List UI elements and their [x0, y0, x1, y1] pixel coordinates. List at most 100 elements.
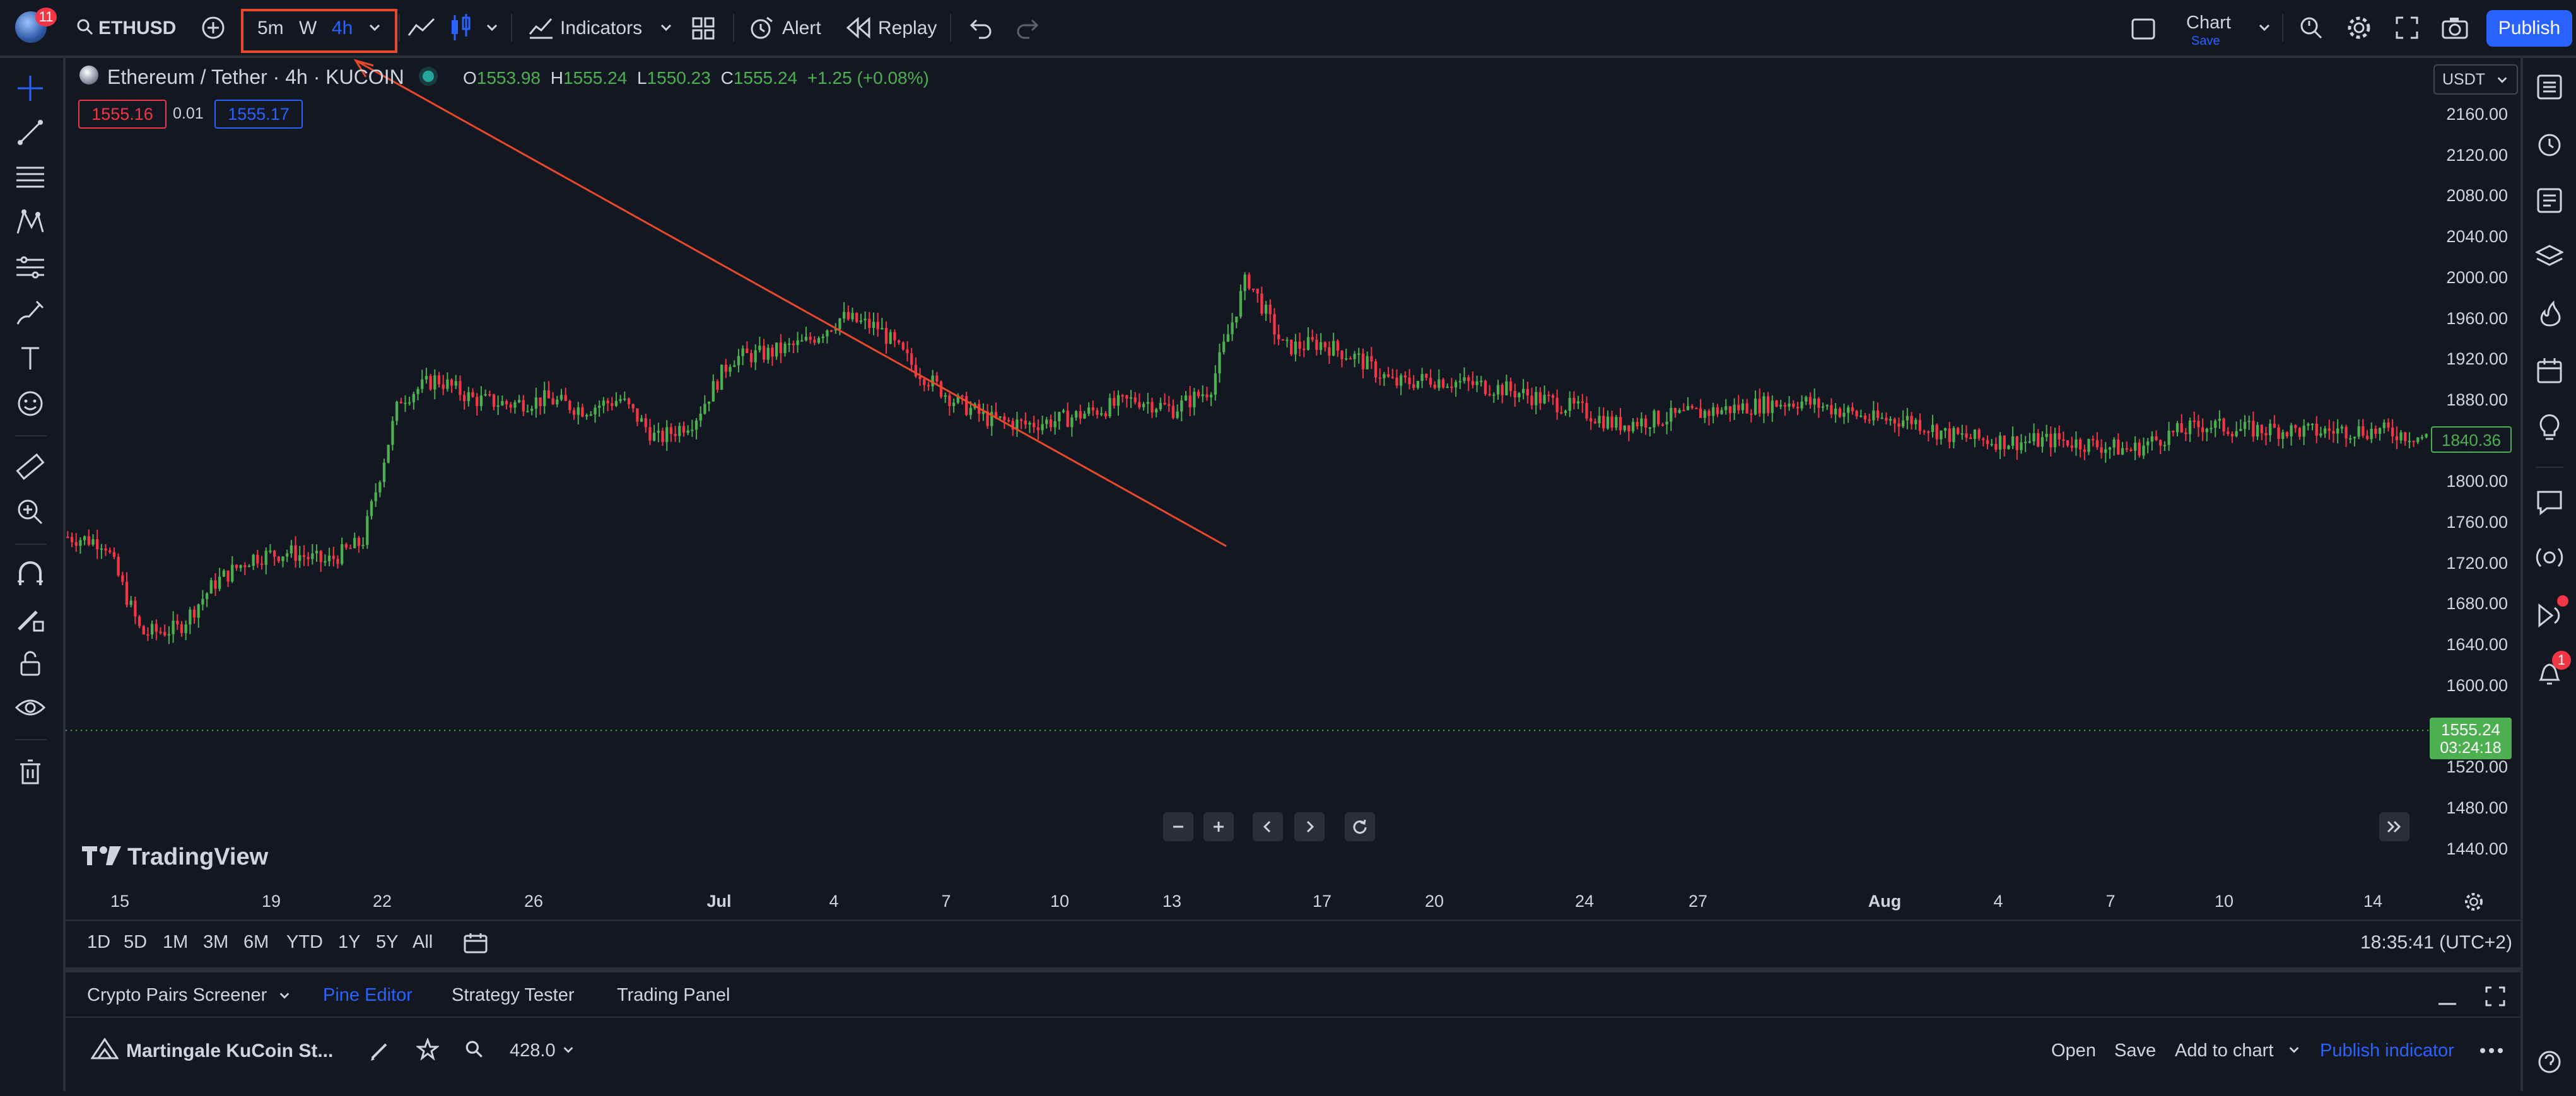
data-window-icon[interactable]	[2536, 187, 2563, 214]
add-to-chart-button[interactable]: Add to chart	[2175, 1041, 2273, 1061]
timezone-clock[interactable]: 18:35:41 (UTC+2)	[2360, 932, 2512, 953]
range-6m[interactable]: 6M	[243, 932, 269, 953]
fib-retracement-icon[interactable]	[15, 163, 45, 190]
eye-icon[interactable]	[15, 694, 45, 721]
open-script-button[interactable]: Open	[2051, 1041, 2096, 1061]
price-chart[interactable]	[66, 58, 2520, 966]
edit-pencil-icon[interactable]	[368, 1039, 391, 1062]
layout-square-icon[interactable]	[2131, 18, 2156, 40]
layout-name-button[interactable]: Chart Save	[2170, 9, 2264, 49]
watchlist-icon[interactable]	[2536, 73, 2563, 101]
crosshair-icon[interactable]	[16, 74, 44, 102]
candle-body	[669, 427, 673, 434]
currency-select[interactable]: USDT	[2433, 64, 2518, 95]
lock-icon[interactable]	[16, 650, 44, 677]
candle-body	[2395, 436, 2398, 441]
hotlist-flame-icon[interactable]	[2536, 300, 2563, 328]
zoom-in-button[interactable]	[1203, 812, 1234, 841]
chevron-down-icon[interactable]	[484, 20, 500, 35]
maximize-panel-icon[interactable]	[2484, 985, 2507, 1008]
brush-icon[interactable]	[15, 299, 45, 327]
symbol-title[interactable]: Ethereum / Tether · 4h · KUCOIN	[107, 66, 404, 89]
undo-icon[interactable]	[968, 16, 993, 39]
range-all[interactable]: All	[413, 932, 433, 953]
chart-pane[interactable]	[66, 58, 2520, 966]
script-name[interactable]: Martingale KuCoin St...	[126, 1041, 333, 1062]
forecast-tools-icon[interactable]	[15, 254, 45, 281]
candle-body	[2180, 423, 2183, 433]
pattern-icon[interactable]	[15, 208, 45, 236]
zoom-out-button[interactable]	[1163, 812, 1193, 841]
search-icon[interactable]	[464, 1039, 484, 1059]
quick-search-icon[interactable]	[2298, 15, 2324, 40]
symbol-search-button[interactable]: ETHUSD	[76, 14, 183, 42]
sell-button[interactable]: 1555.16	[78, 100, 167, 129]
calendar-icon[interactable]	[2536, 357, 2563, 385]
chat-bubble-icon[interactable]	[2536, 488, 2563, 516]
ruler-icon[interactable]	[15, 453, 45, 481]
ideas-lightbulb-icon[interactable]	[2536, 414, 2563, 441]
candle-body	[1391, 376, 1394, 378]
tab-strategy-tester[interactable]: Strategy Tester	[452, 985, 575, 1006]
range-1m[interactable]: 1M	[163, 932, 188, 953]
pencil-lock-icon[interactable]	[15, 605, 45, 633]
magnet-icon[interactable]	[15, 560, 45, 588]
range-1y[interactable]: 1Y	[338, 932, 360, 953]
tab-trading-panel[interactable]: Trading Panel	[617, 985, 730, 1006]
tab-crypto-pairs-screener[interactable]: Crypto Pairs Screener	[87, 985, 267, 1006]
candle-body	[939, 382, 943, 397]
reset-chart-button[interactable]	[1345, 812, 1375, 841]
zoom-in-icon[interactable]	[15, 497, 45, 525]
chevron-down-icon[interactable]	[659, 20, 674, 35]
templates-grid-icon[interactable]	[691, 16, 715, 40]
gear-icon[interactable]	[2346, 15, 2372, 40]
buy-button[interactable]: 1555.17	[214, 100, 303, 129]
range-1d[interactable]: 1D	[87, 932, 110, 953]
candle-body	[1957, 428, 1960, 434]
range-5d[interactable]: 5D	[124, 932, 147, 953]
trend-line-icon[interactable]	[16, 119, 44, 146]
chevron-down-icon[interactable]	[278, 989, 291, 1003]
range-5y[interactable]: 5Y	[376, 932, 398, 953]
scroll-to-realtime-button[interactable]	[2379, 812, 2409, 841]
publish-button[interactable]: Publish	[2486, 10, 2572, 47]
range-ytd[interactable]: YTD	[286, 932, 323, 953]
layers-icon[interactable]	[2536, 243, 2563, 271]
trash-icon[interactable]	[16, 758, 44, 786]
fullscreen-icon[interactable]	[2394, 15, 2420, 40]
chevron-down-icon[interactable]	[367, 20, 382, 35]
tab-pine-editor[interactable]: Pine Editor	[323, 985, 413, 1006]
indicators-button[interactable]: Indicators	[529, 14, 680, 42]
star-icon[interactable]	[416, 1038, 439, 1061]
alarm-clock-icon[interactable]	[2536, 130, 2563, 158]
interval-5m[interactable]: 5m	[257, 18, 284, 39]
help-icon[interactable]	[2537, 1049, 2562, 1075]
emoji-icon[interactable]	[16, 390, 44, 417]
scroll-right-button[interactable]	[1294, 812, 1325, 841]
candle-body	[104, 548, 107, 551]
gear-icon[interactable]	[2464, 892, 2484, 912]
interval-4h[interactable]: 4h	[332, 18, 353, 39]
streams-broadcast-icon[interactable]	[2533, 544, 2566, 571]
compare-symbol-icon[interactable]	[201, 15, 226, 40]
calendar-goto-icon[interactable]	[463, 932, 488, 955]
text-tool-icon[interactable]	[16, 344, 44, 372]
chevron-down-icon[interactable]	[2287, 1043, 2301, 1057]
scroll-left-button[interactable]	[1253, 812, 1283, 841]
redo-icon[interactable]	[1016, 16, 1041, 39]
publish-indicator-button[interactable]: Publish indicator	[2320, 1041, 2454, 1061]
more-options-icon[interactable]	[2479, 1043, 2504, 1058]
candles-chart-icon[interactable]	[449, 14, 472, 42]
trend-line-drawing[interactable]	[355, 59, 1227, 547]
interval-w[interactable]: W	[299, 18, 317, 39]
script-version[interactable]: 428.0	[510, 1041, 556, 1061]
camera-icon[interactable]	[2441, 15, 2469, 40]
save-script-button[interactable]: Save	[2114, 1041, 2156, 1061]
minimize-panel-icon[interactable]	[2436, 988, 2459, 1008]
replay-button[interactable]: Replay	[846, 14, 954, 42]
chevron-down-icon[interactable]	[2257, 20, 2272, 35]
chevron-down-icon[interactable]	[561, 1043, 575, 1057]
range-3m[interactable]: 3M	[203, 932, 228, 953]
line-chart-icon[interactable]	[407, 15, 435, 40]
alert-button[interactable]: Alert	[748, 14, 836, 42]
